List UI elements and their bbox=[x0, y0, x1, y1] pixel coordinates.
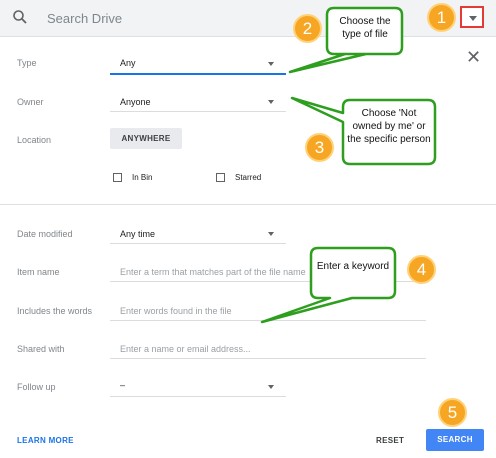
step-badge-3: 3 bbox=[305, 133, 334, 162]
callout-owner-text: Choose 'Not owned by me' or the specific… bbox=[347, 108, 431, 145]
step-badge-1: 1 bbox=[427, 3, 456, 32]
annotation-callout-shapes bbox=[260, 6, 437, 324]
step-badge-5: 5 bbox=[438, 398, 467, 427]
step-badge-2: 2 bbox=[293, 14, 322, 43]
callout-type-text: Choose the type of file bbox=[339, 16, 391, 40]
callout-keyword-text: Enter a keyword bbox=[316, 261, 390, 272]
step-badge-4: 4 bbox=[407, 255, 436, 284]
